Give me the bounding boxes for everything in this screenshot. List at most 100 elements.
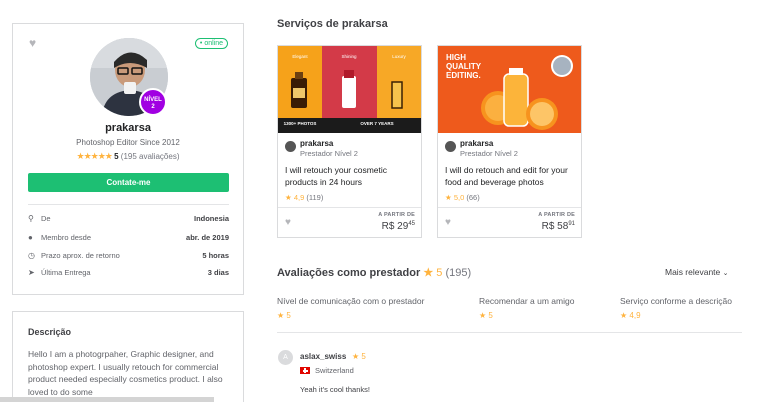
clock-icon: ◷ [28,251,35,260]
stat-value: 5 horas [202,251,229,260]
heart-icon[interactable]: ♥ [29,37,41,49]
gig-title-link[interactable]: I will do retouch and edit for your food… [445,164,577,188]
gig-rating-value: 5,0 [453,193,465,202]
rating-count: (195 avaliações) [120,152,180,161]
criteria-value: 4,9 [629,311,641,320]
rating-value: 5 [114,152,119,161]
divider [277,332,742,333]
stat-value: Indonesia [193,214,229,223]
gig-thumbnail[interactable]: Elegant Shining Luxury 1300+ PHOTOS OVER… [278,46,421,133]
gig-seller-avatar [285,141,296,152]
divider [28,204,229,205]
description-text: Hello I am a photogrpaher, Graphic desig… [28,349,223,397]
gig-price: R$ 5891 [542,221,575,232]
level-badge-label: NÍVEL [144,97,162,103]
gig-rating-count: (66) [466,193,480,202]
description-title: Descrição [28,327,72,337]
star-icon: ★ [352,352,360,361]
gig-price-cents: 91 [568,221,575,227]
gig-price: R$ 2945 [382,221,415,232]
gig-seller-level: Prestador Nível 2 [460,149,518,158]
star-icon: ★ [445,193,452,202]
online-status-badge: • online [194,38,228,49]
gig-thumbnail-image: HIGH QUALITY EDITING. [438,46,581,133]
gig-price-cents: 45 [408,221,415,227]
stat-label: Última Entrega [41,268,91,277]
seller-tagline: Photoshop Editor Since 2012 [76,138,180,147]
contact-button[interactable]: Contate-me [28,173,229,192]
location-pin-icon: ⚲ [28,214,34,223]
divider [278,207,421,208]
reviews-rating-value: 5 [436,267,443,279]
gig-price-from-label: A PARTIR DE [538,212,575,218]
criteria-value: 5 [286,311,291,320]
stat-label: Membro desde [41,233,92,242]
heart-icon[interactable]: ♥ [445,217,451,228]
star-icon: ★ [285,193,292,202]
gig-price-main: R$ 58 [541,221,569,232]
review-rating-value: 5 [361,352,366,361]
gig-seller-name[interactable]: prakarsa [300,139,333,148]
star-icon: ★ [423,267,434,279]
img-label-photos: 1300+ PHOTOS [284,121,317,126]
star-icon: ★ [277,311,285,320]
img-headline-3: EDITING. [446,71,481,80]
stat-value: 3 dias [207,268,229,277]
sort-label: Mais relevante [665,267,721,277]
description-card: Descrição Hello I am a photogrpaher, Gra… [12,311,244,402]
gig-seller-level: Prestador Nível 2 [300,149,358,158]
send-icon: ➤ [28,268,35,277]
criteria-communication-label: Nível de comunicação com o prestador [277,296,425,306]
stat-member-since: ● Membro desde abr. de 2019 [28,232,229,244]
stat-response-time: ◷ Prazo aprox. de retorno 5 horas [28,250,229,262]
switzerland-flag-icon [300,367,310,374]
person-icon: ● [28,233,33,242]
reviews-title-text: Avaliações como prestador [277,267,421,279]
gig-card[interactable]: HIGH QUALITY EDITING. prakarsa Prestador… [437,45,582,238]
gig-title-link[interactable]: I will retouch your cosmetic products in… [285,164,417,188]
star-icon: ★ [479,311,487,320]
gig-rating: ★ 4,9 (119) [285,193,323,202]
seller-username[interactable]: prakarsa [13,122,243,134]
stat-last-delivery: ➤ Última Entrega 3 dias [28,267,229,279]
img-label-shining: Shining [341,54,357,59]
gig-rating-value: 4,9 [293,193,305,202]
reviewer-name: aslax_swiss [300,352,347,361]
gig-thumbnail[interactable]: HIGH QUALITY EDITING. [438,46,581,133]
star-icon: ★ [620,311,628,320]
criteria-as-described-label: Serviço conforme a descrição [620,296,732,306]
criteria-recommend-rating: ★ 5 [479,311,493,320]
chevron-down-icon: ⌄ [722,270,729,277]
gig-thumbnail-image: Elegant Shining Luxury 1300+ PHOTOS OVER… [278,46,421,133]
criteria-value: 5 [488,311,493,320]
gig-price-from-label: A PARTIR DE [378,212,415,218]
gig-rating: ★ 5,0 (66) [445,193,480,202]
criteria-as-described-rating: ★ 4,9 [620,311,641,320]
gig-price-main: R$ 29 [381,221,409,232]
horizontal-scrollbar[interactable] [0,397,214,402]
review-rating: ★ 5 [352,352,366,361]
reviews-section-title: Avaliações como prestador ★ 5 (195) [277,266,471,279]
seller-level-badge: NÍVEL 2 [139,88,167,116]
criteria-communication-rating: ★ 5 [277,311,291,320]
stat-country: ⚲ De Indonesia [28,213,229,225]
level-badge-number: 2 [151,104,155,110]
review-text: Yeah it's cool thanks! [300,385,370,394]
rating-stars-icon: ★★★★★ [76,151,113,161]
heart-icon[interactable]: ♥ [285,217,291,228]
divider [438,207,581,208]
gig-seller-avatar [445,141,456,152]
img-headline-2: QUALITY [446,62,482,71]
gig-card[interactable]: Elegant Shining Luxury 1300+ PHOTOS OVER… [277,45,422,238]
img-label-years: OVER 7 YEARS [360,121,393,126]
gig-rating-count: (119) [306,193,324,202]
img-label-elegant: Elegant [292,54,308,59]
reviewer-country: Switzerland [315,366,354,375]
criteria-recommend-label: Recomendar a um amigo [479,296,575,306]
stat-label: Prazo aprox. de retorno [41,251,120,260]
stat-value: abr. de 2019 [186,233,229,242]
sort-dropdown[interactable]: Mais relevante ⌄ [665,267,729,277]
gig-seller-name[interactable]: prakarsa [460,139,493,148]
services-section-title: Serviços de prakarsa [277,18,388,30]
reviewer-avatar: A [278,350,293,365]
